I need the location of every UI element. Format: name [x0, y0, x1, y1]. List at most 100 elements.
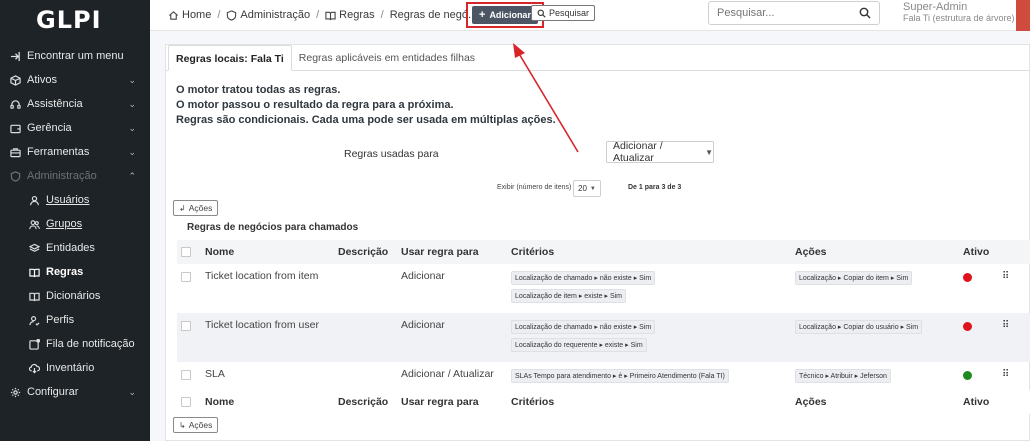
- col-footer-ativo[interactable]: Ativo: [959, 390, 998, 414]
- global-search: [708, 1, 880, 25]
- home-icon: [169, 10, 178, 20]
- user-icon: [28, 194, 40, 206]
- sidebar-item-grupos[interactable]: Grupos: [0, 212, 150, 236]
- top-header: Home / Administração / Regras / Regras d…: [150, 0, 1030, 31]
- col-footer-descricao[interactable]: Descrição: [334, 390, 397, 414]
- rules-used-for-label: Regras usadas para: [344, 148, 439, 160]
- global-search-input[interactable]: [717, 7, 859, 19]
- sidebar-item-assistencia[interactable]: Assistência ⌄: [0, 92, 150, 116]
- rule-use-for: Adicionar / Atualizar: [401, 368, 494, 380]
- rule-description: [334, 313, 397, 362]
- sidebar-item-label: Ativos: [27, 74, 57, 86]
- arrow-right-icon: [9, 50, 21, 62]
- sidebar-item-label: Encontrar um menu: [27, 50, 124, 62]
- tab-child-entity-rules[interactable]: Regras aplicáveis em entidades filhas: [292, 45, 482, 70]
- criteria-chip: Localização de chamado ▸ não existe ▸ Si…: [511, 271, 656, 285]
- rule-criteria: SLAs Tempo para atendimento ▸ é ▸ Primei…: [507, 362, 791, 390]
- sidebar-item-administracao[interactable]: Administração ⌃: [0, 164, 150, 188]
- sidebar-item-fila-notificacao[interactable]: Fila de notificação: [0, 332, 150, 356]
- rule-actions: Localização ▸ Copiar do usuário ▸ Sim: [791, 313, 959, 362]
- rule-use-for: Adicionar: [397, 313, 507, 362]
- plus-icon: +: [479, 9, 486, 21]
- chevron-down-icon: ⌄: [128, 122, 136, 133]
- caret-down-icon: ▼: [589, 185, 596, 192]
- user-name: Super-Admin: [903, 1, 968, 13]
- sidebar-item-find-menu[interactable]: Encontrar um menu: [0, 44, 150, 68]
- chevron-up-icon: ⌃: [128, 170, 136, 181]
- glpi-logo[interactable]: GLPI: [0, 0, 150, 40]
- row-checkbox[interactable]: [181, 272, 191, 282]
- drag-handle-icon[interactable]: ⠿: [1002, 320, 1009, 331]
- drag-handle-icon[interactable]: ⠿: [1002, 369, 1009, 380]
- sidebar-item-inventario[interactable]: Inventário: [0, 356, 150, 380]
- rule-criteria: Localização de chamado ▸ não existe ▸ Si…: [507, 264, 791, 313]
- sidebar-item-dicionarios[interactable]: Dicionários: [0, 284, 150, 308]
- criteria-chip: Localização de item ▸ existe ▸ Sim: [511, 289, 627, 303]
- col-header-nome[interactable]: Nome: [201, 240, 334, 264]
- drag-handle-icon[interactable]: ⠿: [1002, 271, 1009, 282]
- rule-name-link[interactable]: Ticket location from item: [201, 264, 334, 313]
- sidebar: GLPI Encontrar um menu Ativos ⌄ Assistên…: [0, 0, 150, 441]
- select-all-checkbox[interactable]: [181, 396, 191, 407]
- row-checkbox[interactable]: [181, 321, 191, 331]
- user-avatar[interactable]: [1016, 0, 1030, 31]
- sidebar-item-label: Entidades: [46, 242, 95, 254]
- items-per-page-select[interactable]: 20 ▼: [573, 180, 601, 197]
- breadcrumb-regras[interactable]: Regras: [325, 9, 375, 21]
- sidebar-item-label: Ferramentas: [27, 146, 90, 158]
- rule-description: [334, 362, 397, 390]
- col-header-ativo[interactable]: Ativo: [959, 240, 998, 264]
- breadcrumb-home[interactable]: Home: [168, 9, 211, 21]
- breadcrumb-current[interactable]: Regras de negó...: [390, 9, 477, 21]
- sidebar-item-gerencia[interactable]: Gerência ⌄: [0, 116, 150, 140]
- sidebar-item-usuarios[interactable]: Usuários: [0, 188, 150, 212]
- sidebar-item-ferramentas[interactable]: Ferramentas ⌄: [0, 140, 150, 164]
- sidebar-item-entidades[interactable]: Entidades: [0, 236, 150, 260]
- rule-actions: Técnico ▸ Atribuir ▸ Jeferson: [791, 362, 959, 390]
- status-dot: [963, 371, 972, 380]
- sidebar-menu: Encontrar um menu Ativos ⌄ Assistência ⌄…: [0, 44, 150, 188]
- sidebar-item-label: Fila de notificação: [46, 338, 135, 350]
- col-header-acoes: Ações: [791, 240, 959, 264]
- massive-actions-button-bottom[interactable]: ↳ Ações: [173, 417, 219, 433]
- tab-local-rules[interactable]: Regras locais: Fala Ti: [168, 45, 292, 71]
- rule-criteria: Localização de chamado ▸ não existe ▸ Si…: [507, 313, 791, 362]
- chevron-down-icon: ⌄: [128, 74, 136, 85]
- select-all-checkbox[interactable]: [181, 246, 191, 257]
- search-toggle-button[interactable]: Pesquisar: [531, 5, 596, 21]
- chevron-down-icon: ⌄: [128, 146, 136, 157]
- rule-use-for: Adicionar: [401, 270, 445, 282]
- breadcrumb-administracao[interactable]: Administração: [226, 9, 310, 21]
- sidebar-item-regras[interactable]: Regras: [0, 260, 150, 284]
- notification-icon: [28, 338, 40, 350]
- table-header-row: Nome Descrição Usar regra para Critérios…: [177, 240, 1030, 264]
- rule-name-link[interactable]: Ticket location from user: [201, 313, 334, 362]
- row-checkbox[interactable]: [181, 370, 191, 380]
- sidebar-item-label: Configurar: [27, 386, 79, 398]
- chevron-down-icon: ⌄: [128, 386, 136, 397]
- col-header-criterios: Critérios: [507, 240, 791, 264]
- rule-name-link[interactable]: SLA: [201, 362, 334, 390]
- user-menu[interactable]: Super-Admin Fala Ti (estrutura de árvore…: [903, 2, 1015, 24]
- status-dot: [963, 273, 972, 282]
- add-button[interactable]: + Adicionar: [472, 6, 538, 24]
- engine-info: O motor tratou todas as regras. O motor …: [176, 84, 556, 126]
- chevron-down-icon: ⌄: [128, 98, 136, 109]
- breadcrumb: Home / Administração / Regras / Regras d…: [150, 9, 477, 21]
- sidebar-item-ativos[interactable]: Ativos ⌄: [0, 68, 150, 92]
- col-header-usar-regra[interactable]: Usar regra para: [397, 240, 507, 264]
- massive-actions-button-top[interactable]: ↲ Ações: [173, 200, 219, 216]
- col-footer-nome[interactable]: Nome: [201, 390, 334, 414]
- sidebar-item-label: Regras: [46, 266, 84, 278]
- users-icon: [28, 218, 40, 230]
- sidebar-item-configurar[interactable]: Configurar ⌄: [0, 380, 150, 404]
- rules-used-for-select[interactable]: Adicionar / Atualizar ▼: [606, 140, 714, 164]
- shield-icon: [9, 170, 21, 182]
- sidebar-item-perfis[interactable]: Perfis: [0, 308, 150, 332]
- col-header-descricao[interactable]: Descrição: [334, 240, 397, 264]
- user-check-icon: [28, 314, 40, 326]
- action-chip: Localização ▸ Copiar do item ▸ Sim: [795, 271, 913, 285]
- col-footer-usar-regra[interactable]: Usar regra para: [397, 390, 507, 414]
- col-footer-acoes: Ações: [791, 390, 959, 414]
- action-chip: Técnico ▸ Atribuir ▸ Jeferson: [795, 369, 891, 383]
